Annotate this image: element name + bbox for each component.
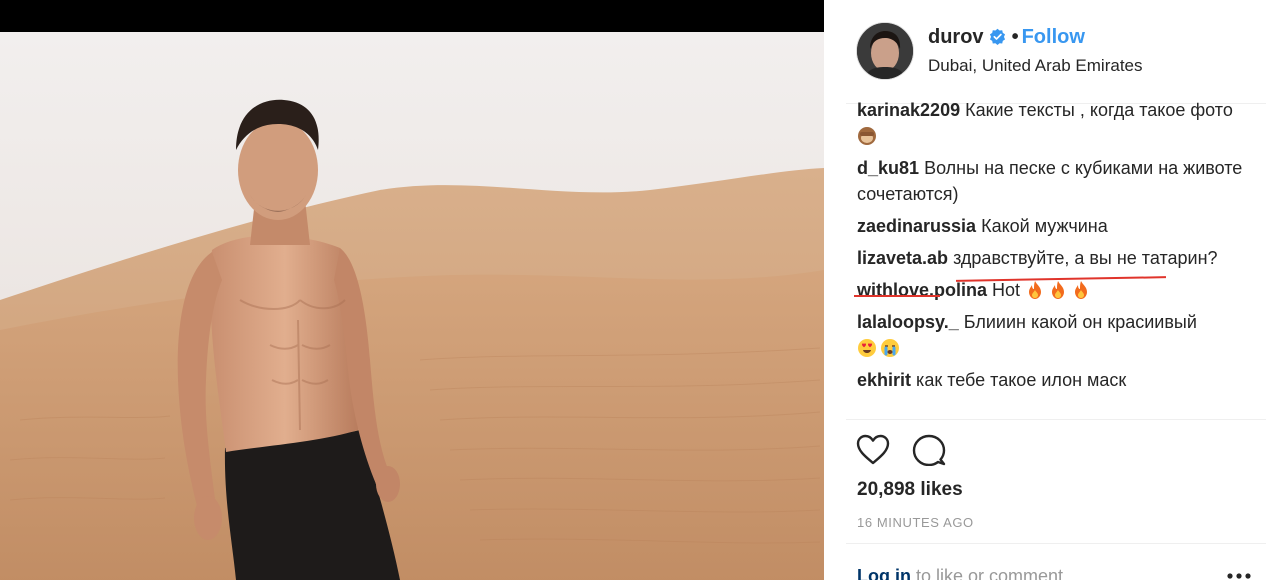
comment-text: как тебе такое илон маск (916, 370, 1127, 390)
comment-item: karinak2209 Какие тексты , когда такое ф… (857, 97, 1257, 149)
username-link[interactable]: durov (928, 26, 984, 48)
comment-item: d_ku81 Волны на песке с кубиками на живо… (857, 155, 1257, 207)
comment-author[interactable]: zaedinarussia (857, 216, 976, 236)
comment-text: Какой мужчина (981, 216, 1108, 236)
heart-icon[interactable] (856, 434, 890, 466)
comment-bubble-icon[interactable] (912, 434, 946, 466)
comment-item: lalaloopsy._ Блииин какой он красиивый (857, 309, 1257, 361)
comment-author[interactable]: karinak2209 (857, 100, 960, 120)
likes-count[interactable]: 20,898 likes (857, 479, 963, 501)
fire-icon (1029, 281, 1042, 299)
avatar-image (857, 23, 913, 79)
verified-badge-icon (989, 28, 1005, 45)
location-link[interactable]: Dubai, United Arab Emirates (928, 56, 1143, 76)
comment-text: Какие тексты , когда такое фото (965, 100, 1233, 120)
comment-item: withlove.polina Hot (857, 277, 1257, 303)
desert-photo-illustration (0, 0, 824, 580)
post-timestamp: 16 MINUTES AGO (857, 515, 974, 530)
post-actions (856, 434, 976, 468)
fire-icon (1075, 281, 1088, 299)
login-prompt: Log in to like or comment. (857, 566, 1068, 580)
login-prompt-text: to like or comment. (910, 566, 1069, 580)
more-options-icon[interactable] (1226, 572, 1252, 580)
see-no-evil-monkey-icon (858, 127, 876, 145)
post-sidebar: durov • Follow Dubai, United Arab Emirate… (824, 0, 1280, 580)
comment-author[interactable]: withlove.polina (857, 280, 987, 300)
comment-text: здравствуйте, а вы не татарин? (953, 248, 1218, 268)
comments-list[interactable]: karinak2209 Какие тексты , когда такое ф… (857, 97, 1257, 419)
follow-button[interactable]: Follow (1022, 26, 1085, 48)
divider (846, 419, 1266, 420)
comment-item-highlighted: lizaveta.ab здравствуйте, а вы не татари… (857, 245, 1257, 271)
comment-author[interactable]: d_ku81 (857, 158, 919, 178)
comment-author[interactable]: ekhirit (857, 370, 911, 390)
fire-icon (1052, 281, 1065, 299)
post-photo[interactable] (0, 0, 824, 580)
comment-author[interactable]: lizaveta.ab (857, 248, 948, 268)
login-link[interactable]: Log in (857, 566, 911, 580)
post-header: durov • Follow Dubai, United Arab Emirate… (856, 22, 1256, 80)
comment-item: zaedinarussia Какой мужчина (857, 213, 1257, 239)
highlight-underline (854, 295, 940, 297)
heart-eyes-icon (858, 339, 876, 357)
comment-text: Hot (992, 280, 1021, 300)
comment-item: ekhirit как тебе такое илон маск (857, 367, 1257, 393)
comment-text: Блииин какой он красиивый (963, 312, 1197, 332)
divider (846, 543, 1266, 544)
separator-dot: • (1011, 26, 1019, 48)
user-line: durov • Follow (928, 26, 1085, 49)
crying-face-icon (881, 339, 899, 357)
avatar[interactable] (856, 22, 914, 80)
comment-author[interactable]: lalaloopsy._ (857, 312, 959, 332)
